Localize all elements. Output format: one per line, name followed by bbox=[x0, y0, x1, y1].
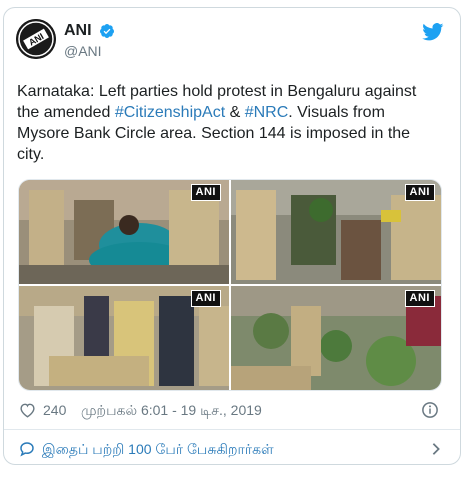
media-watermark: ANI bbox=[190, 184, 221, 201]
photo-2[interactable]: ANI bbox=[231, 180, 441, 284]
media-watermark: ANI bbox=[404, 290, 435, 307]
like-count[interactable]: 240 bbox=[43, 402, 66, 418]
avatar[interactable]: ANI bbox=[16, 19, 56, 59]
photo-4[interactable]: ANI bbox=[231, 286, 441, 390]
timestamp[interactable]: முற்பகல் 6:01 - 19 டிச., 2019 bbox=[81, 402, 262, 421]
chevron-right-icon[interactable] bbox=[431, 442, 441, 456]
conversation-link[interactable]: இதைப் பற்றி 100 பேர் பேசுகிறார்கள் bbox=[19, 439, 443, 461]
heart-icon[interactable] bbox=[19, 402, 36, 418]
tweet-meta: 240 முற்பகல் 6:01 - 19 டிச., 2019 bbox=[19, 401, 447, 421]
media-watermark: ANI bbox=[190, 290, 221, 307]
media-grid: ANI ANI ANI ANI bbox=[18, 179, 442, 391]
hashtag-link[interactable]: #NRC bbox=[245, 104, 289, 121]
speech-bubble-icon bbox=[20, 442, 34, 457]
author-names[interactable]: ANI @ANI bbox=[64, 22, 115, 60]
tweet-text-part: & bbox=[225, 104, 245, 121]
photo-1[interactable]: ANI bbox=[19, 180, 229, 284]
info-icon[interactable] bbox=[421, 401, 439, 419]
display-name[interactable]: ANI bbox=[64, 22, 92, 40]
verified-badge-icon bbox=[100, 24, 115, 38]
divider bbox=[4, 429, 460, 430]
handle[interactable]: @ANI bbox=[64, 42, 115, 60]
media-watermark: ANI bbox=[404, 184, 435, 201]
tweet-text: Karnataka: Left parties hold protest in … bbox=[17, 81, 437, 165]
photo-3[interactable]: ANI bbox=[19, 286, 229, 390]
tweet-header: ANI ANI @ANI bbox=[16, 19, 444, 69]
hashtag-link[interactable]: #CitizenshipAct bbox=[115, 104, 225, 121]
conversation-count-text[interactable]: இதைப் பற்றி 100 பேர் பேசுகிறார்கள் bbox=[42, 441, 274, 460]
twitter-bird-icon[interactable] bbox=[422, 23, 444, 41]
